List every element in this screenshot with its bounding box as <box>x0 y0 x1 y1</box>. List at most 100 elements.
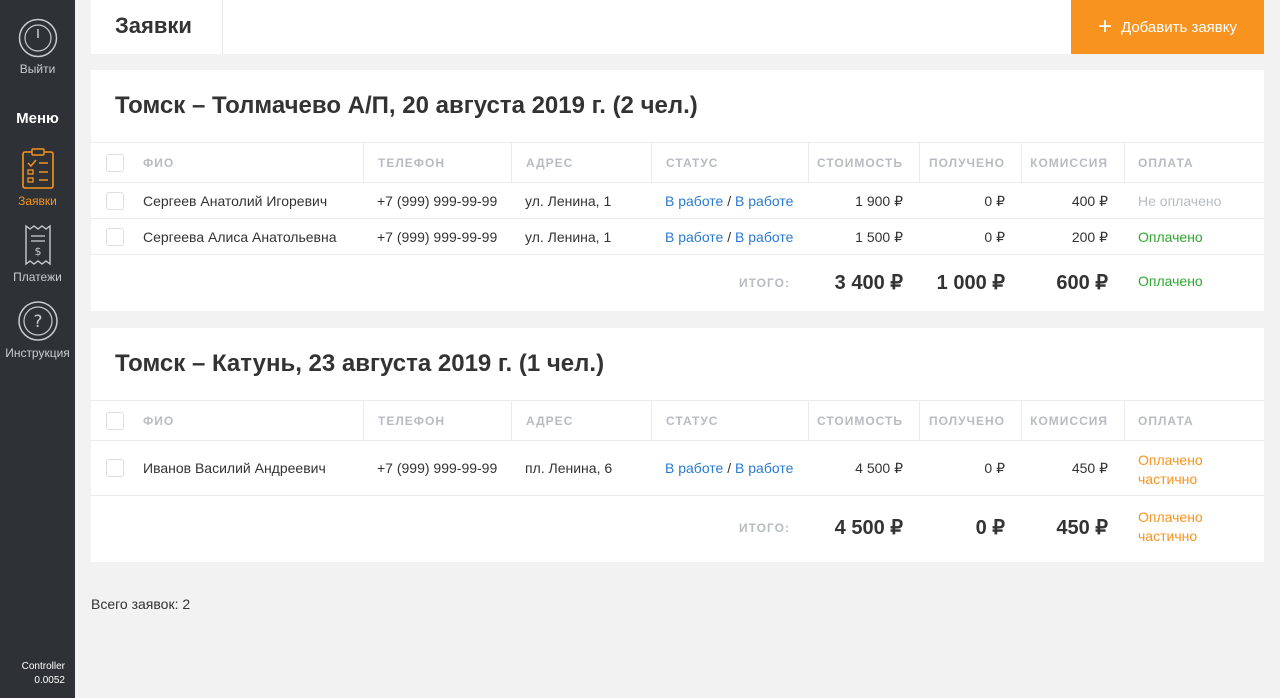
power-icon <box>18 18 57 58</box>
divider <box>222 0 223 54</box>
payment-status: Не оплачено <box>1138 193 1222 209</box>
row-checkbox[interactable] <box>106 192 124 210</box>
divider <box>511 401 512 440</box>
status-link[interactable]: В работе <box>665 229 723 245</box>
column-header: КОМИССИЯ <box>1030 414 1108 428</box>
total-received: 1 000 ₽ <box>936 272 1005 294</box>
top-bar: Заявки + Добавить заявку <box>91 0 1264 54</box>
payment-status: Оплачено частично <box>1138 451 1203 489</box>
app-name: Controller <box>21 661 65 672</box>
divider <box>808 401 809 440</box>
sidebar-item-requests[interactable]: Заявки <box>0 148 75 208</box>
add-request-label: Добавить заявку <box>1121 18 1238 36</box>
cost-cell: 1 500 ₽ <box>855 229 903 245</box>
payment-status-line: частично <box>1138 528 1198 544</box>
row-checkbox[interactable] <box>106 459 124 477</box>
column-header: ТЕЛЕФОН <box>378 414 445 428</box>
cost-cell: 1 900 ₽ <box>855 193 903 209</box>
column-header: АДРЕС <box>526 156 574 170</box>
status-separator: / <box>727 229 732 245</box>
group-title: Томск – Катунь, 23 августа 2019 г. (1 че… <box>115 350 605 377</box>
status-link[interactable]: В работе <box>735 229 793 245</box>
received-cell: 0 ₽ <box>984 460 1005 476</box>
total-requests-count: Всего заявок: 2 <box>91 596 191 612</box>
column-header: СТОИМОСТЬ <box>816 414 903 428</box>
table-header: ФИО ТЕЛЕФОН АДРЕС СТАТУС СТОИМОСТЬ ПОЛУЧ… <box>91 400 1264 441</box>
status-separator: / <box>727 460 732 476</box>
plus-icon: + <box>1097 13 1112 40</box>
address-cell: пл. Ленина, 6 <box>525 460 613 476</box>
row-checkbox[interactable] <box>106 228 124 246</box>
payment-status: Оплачено <box>1138 229 1203 245</box>
column-header: АДРЕС <box>526 414 574 428</box>
logout-button[interactable]: Выйти <box>0 18 75 76</box>
group-title: Томск – Толмачево А/П, 20 августа 2019 г… <box>115 92 698 119</box>
sidebar-item-payments[interactable]: $ Платежи <box>0 224 75 284</box>
select-all-checkbox[interactable] <box>106 154 124 172</box>
column-header: ПОЛУЧЕНО <box>929 156 1005 170</box>
column-header: КОМИССИЯ <box>1030 156 1108 170</box>
divider <box>1021 143 1022 182</box>
status-cell: В работе / В работе <box>665 193 793 209</box>
status-link[interactable]: В работе <box>735 193 793 209</box>
received-cell: 0 ₽ <box>984 229 1005 245</box>
column-header: СТАТУС <box>666 156 719 170</box>
status-link[interactable]: В работе <box>665 460 723 476</box>
name-cell: Сергеева Алиса Анатольевна <box>143 229 337 245</box>
divider <box>808 143 809 182</box>
total-payment-status: Оплачено частично <box>1138 508 1203 546</box>
name-cell: Сергеев Анатолий Игоревич <box>143 193 328 209</box>
status-link[interactable]: В работе <box>665 193 723 209</box>
divider <box>1124 143 1125 182</box>
column-header: СТАТУС <box>666 414 719 428</box>
commission-cell: 400 ₽ <box>1071 193 1108 209</box>
total-received: 0 ₽ <box>975 517 1005 539</box>
sidebar: Выйти Меню Заявки $ Платежи ? Инструкция… <box>0 0 75 698</box>
payment-status-line: Оплачено <box>1138 452 1203 468</box>
receipt-icon: $ <box>24 224 51 266</box>
divider <box>363 143 364 182</box>
sidebar-item-label: Платежи <box>13 270 62 284</box>
divider <box>651 143 652 182</box>
payment-status-line: частично <box>1138 471 1198 487</box>
divider <box>1124 401 1125 440</box>
divider <box>919 401 920 440</box>
table-header: ФИО ТЕЛЕФОН АДРЕС СТАТУС СТОИМОСТЬ ПОЛУЧ… <box>91 142 1264 183</box>
status-link[interactable]: В работе <box>735 460 793 476</box>
column-header: СТОИМОСТЬ <box>816 156 903 170</box>
address-cell: ул. Ленина, 1 <box>525 229 612 245</box>
logout-label: Выйти <box>19 62 56 76</box>
column-header: ОПЛАТА <box>1138 156 1194 170</box>
divider <box>511 143 512 182</box>
column-header: ФИО <box>143 414 175 428</box>
cost-cell: 4 500 ₽ <box>855 460 903 476</box>
total-commission: 600 ₽ <box>1056 272 1108 294</box>
divider <box>363 401 364 440</box>
status-separator: / <box>727 193 732 209</box>
sidebar-item-label: Инструкция <box>5 346 70 360</box>
request-group: Томск – Толмачево А/П, 20 августа 2019 г… <box>91 70 1264 311</box>
table-row[interactable]: Иванов Василий Андреевич +7 (999) 999-99… <box>91 441 1264 496</box>
status-cell: В работе / В работе <box>665 229 793 245</box>
sidebar-item-instructions[interactable]: ? Инструкция <box>0 300 75 360</box>
divider <box>1021 401 1022 440</box>
column-header: ТЕЛЕФОН <box>378 156 445 170</box>
sidebar-item-label: Заявки <box>18 194 57 208</box>
column-header: ПОЛУЧЕНО <box>929 414 1005 428</box>
page-title: Заявки <box>115 13 192 38</box>
svg-text:?: ? <box>33 312 42 332</box>
total-commission: 450 ₽ <box>1056 517 1108 539</box>
select-all-checkbox[interactable] <box>106 412 124 430</box>
table-row[interactable]: Сергеев Анатолий Игоревич +7 (999) 999-9… <box>91 183 1264 219</box>
phone-cell: +7 (999) 999-99-99 <box>377 193 498 209</box>
add-request-button[interactable]: + Добавить заявку <box>1071 0 1264 54</box>
total-payment-status: Оплачено <box>1138 273 1203 289</box>
version-number: 0.0052 <box>34 675 65 686</box>
divider <box>919 143 920 182</box>
svg-text:$: $ <box>34 245 41 258</box>
menu-title: Меню <box>16 110 59 127</box>
divider <box>651 401 652 440</box>
payment-status-line: Оплачено <box>1138 509 1203 525</box>
column-header: ФИО <box>143 156 175 170</box>
table-row[interactable]: Сергеева Алиса Анатольевна +7 (999) 999-… <box>91 219 1264 255</box>
